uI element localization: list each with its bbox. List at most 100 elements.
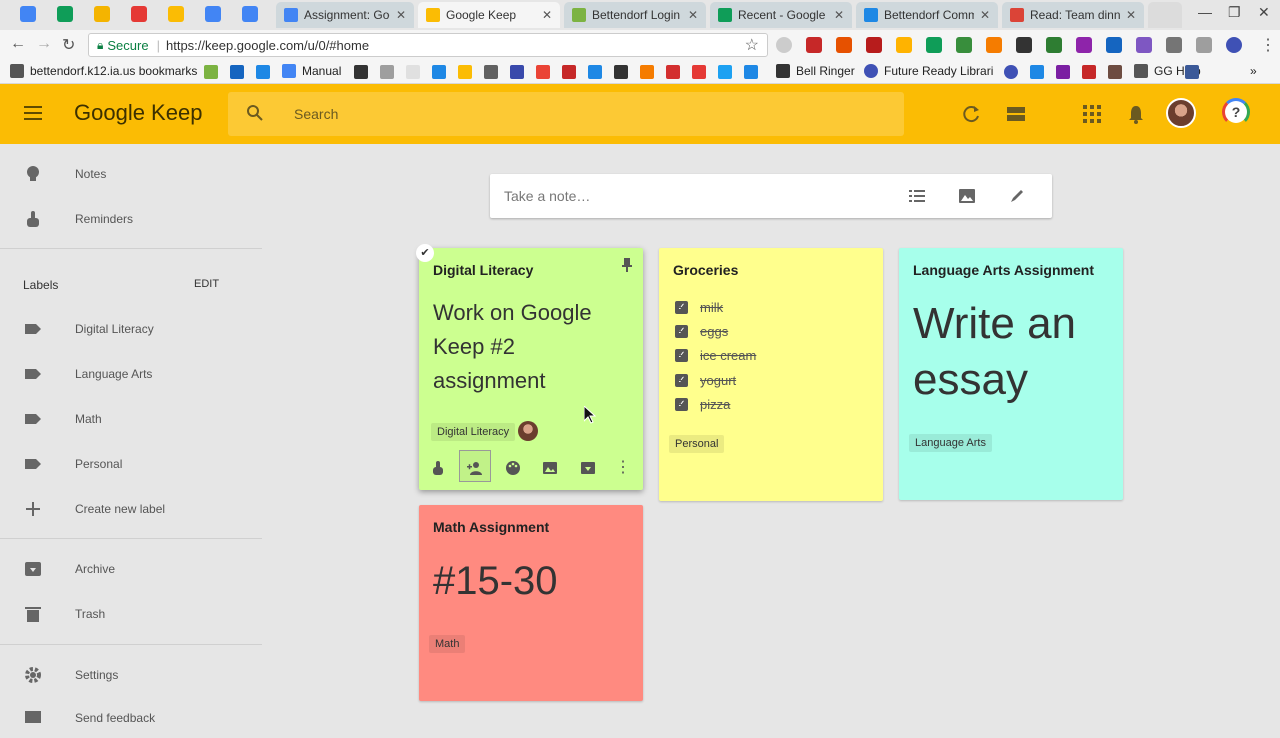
bookmark-icon[interactable] bbox=[354, 65, 368, 79]
note-card-math[interactable]: Math Assignment #15-30 Math bbox=[419, 505, 643, 701]
close-window-icon[interactable]: ✕ bbox=[1258, 4, 1270, 21]
close-icon[interactable]: ✕ bbox=[542, 8, 552, 22]
bookmark-icon[interactable] bbox=[562, 65, 576, 79]
checkbox-checked-icon[interactable]: ✓ bbox=[675, 374, 688, 387]
main-menu-icon[interactable] bbox=[24, 106, 42, 120]
bookmark-folder[interactable]: bettendorf.k12.ia.us bookmarks bbox=[10, 64, 197, 78]
bookmark-icon[interactable] bbox=[432, 65, 446, 79]
bookmark-icon[interactable] bbox=[744, 65, 758, 79]
app-logo[interactable]: Google Keep bbox=[74, 100, 202, 126]
help-icon[interactable]: ? bbox=[1222, 98, 1250, 126]
note-label-chip[interactable]: Math bbox=[429, 635, 466, 653]
remind-me-icon[interactable] bbox=[430, 460, 446, 476]
extension-icon[interactable] bbox=[896, 37, 912, 53]
sidebar-item-settings[interactable]: Settings bbox=[0, 655, 262, 695]
back-icon[interactable]: ← bbox=[10, 35, 26, 53]
search-input[interactable]: Search bbox=[294, 106, 338, 122]
note-card-language-arts[interactable]: Language Arts Assignment Write an essay … bbox=[899, 248, 1123, 500]
extension-icon[interactable] bbox=[1016, 37, 1032, 53]
take-note-input[interactable]: Take a note… bbox=[504, 188, 590, 204]
reload-icon[interactable]: ↻ bbox=[62, 35, 75, 55]
checklist-item[interactable]: ✓ yogurt bbox=[675, 373, 736, 388]
bookmark-star-icon[interactable]: ☆ bbox=[745, 35, 759, 55]
checkbox-checked-icon[interactable]: ✓ bbox=[675, 301, 688, 314]
bookmark-icon[interactable] bbox=[614, 65, 628, 79]
bookmark-icon[interactable] bbox=[588, 65, 602, 79]
account-avatar[interactable] bbox=[1166, 98, 1196, 128]
bookmark-icon[interactable] bbox=[406, 65, 420, 79]
checklist-item[interactable]: ✓ pizza bbox=[675, 397, 730, 412]
bookmark-icon[interactable] bbox=[666, 65, 680, 79]
tab-google-drive[interactable]: Recent - Google D ✕ bbox=[710, 2, 852, 28]
note-card-digital-literacy[interactable]: Digital Literacy Work on Google Keep #2 … bbox=[419, 248, 643, 490]
extension-icon[interactable] bbox=[926, 37, 942, 53]
bookmark-icon[interactable] bbox=[718, 65, 732, 79]
close-icon[interactable]: ✕ bbox=[396, 8, 406, 22]
more-bookmarks-icon[interactable]: » bbox=[1250, 64, 1257, 78]
edit-labels-button[interactable]: EDIT bbox=[194, 278, 219, 290]
bookmark-icon[interactable] bbox=[1108, 65, 1122, 79]
close-icon[interactable]: ✕ bbox=[688, 8, 698, 22]
add-image-icon[interactable] bbox=[542, 460, 558, 476]
take-note-bar[interactable]: Take a note… bbox=[490, 174, 1052, 218]
forward-icon[interactable]: → bbox=[36, 35, 52, 53]
note-label-chip[interactable]: Digital Literacy bbox=[431, 423, 516, 441]
checkbox-checked-icon[interactable]: ✓ bbox=[675, 398, 688, 411]
bookmark-manual[interactable]: Manual bbox=[282, 64, 341, 78]
sidebar-item-archive[interactable]: Archive bbox=[0, 549, 262, 589]
collaborator-avatar[interactable] bbox=[518, 421, 538, 441]
new-tab-button[interactable] bbox=[1148, 2, 1182, 28]
checkbox-checked-icon[interactable]: ✓ bbox=[675, 325, 688, 338]
new-image-note-icon[interactable] bbox=[958, 187, 976, 205]
extension-icon[interactable] bbox=[1166, 37, 1182, 53]
notifications-bell-icon[interactable] bbox=[1126, 104, 1146, 124]
bookmark-icon[interactable] bbox=[510, 65, 524, 79]
bookmark-icon[interactable] bbox=[1004, 65, 1018, 79]
note-label-chip[interactable]: Language Arts bbox=[909, 434, 992, 452]
extension-icon[interactable] bbox=[1076, 37, 1092, 53]
extension-icon[interactable] bbox=[1136, 37, 1152, 53]
docs-icon[interactable] bbox=[205, 6, 221, 22]
bookmark-icon[interactable] bbox=[256, 65, 270, 79]
apps-grid-icon[interactable] bbox=[1082, 104, 1102, 124]
palette-icon[interactable] bbox=[505, 460, 521, 476]
list-view-icon[interactable] bbox=[1006, 104, 1026, 124]
extension-icon[interactable] bbox=[866, 37, 882, 53]
sidebar-item-personal[interactable]: Personal bbox=[0, 444, 262, 484]
tab-bettendorf-comm[interactable]: Bettendorf Comm ✕ bbox=[856, 2, 998, 28]
tab-assignment[interactable]: Assignment: Goo ✕ bbox=[276, 2, 414, 28]
bookmark-icon[interactable] bbox=[230, 65, 244, 79]
refresh-icon[interactable] bbox=[962, 104, 982, 124]
bookmark-icon[interactable] bbox=[458, 65, 472, 79]
checklist-item[interactable]: ✓ eggs bbox=[675, 324, 728, 339]
new-list-icon[interactable] bbox=[908, 187, 926, 205]
close-icon[interactable]: ✕ bbox=[1126, 8, 1136, 22]
sidebar-item-send-feedback[interactable]: Send feedback bbox=[0, 698, 262, 738]
bookmark-icon[interactable] bbox=[1056, 65, 1070, 79]
extension-icon[interactable] bbox=[986, 37, 1002, 53]
extension-icon[interactable] bbox=[1046, 37, 1062, 53]
sidebar-item-notes[interactable]: Notes bbox=[0, 154, 262, 194]
sidebar-item-language-arts[interactable]: Language Arts bbox=[0, 354, 262, 394]
maximize-icon[interactable]: ❐ bbox=[1228, 4, 1241, 21]
archive-icon[interactable] bbox=[580, 460, 596, 476]
bookmark-icon[interactable] bbox=[1030, 65, 1044, 79]
docs-icon[interactable] bbox=[242, 6, 258, 22]
bookmark-icon[interactable] bbox=[484, 65, 498, 79]
minimize-icon[interactable]: — bbox=[1198, 4, 1212, 20]
menu-icon[interactable]: ⋮ bbox=[1260, 35, 1276, 55]
new-drawing-icon[interactable] bbox=[1008, 187, 1026, 205]
extension-icon[interactable] bbox=[1226, 37, 1242, 53]
select-note-check-icon[interactable]: ✔ bbox=[416, 244, 434, 262]
extension-icon[interactable] bbox=[806, 37, 822, 53]
sidebar-item-math[interactable]: Math bbox=[0, 399, 262, 439]
extension-icon[interactable] bbox=[836, 37, 852, 53]
bookmark-icon[interactable] bbox=[204, 65, 218, 79]
checkbox-checked-icon[interactable]: ✓ bbox=[675, 349, 688, 362]
facebook-icon[interactable] bbox=[1185, 65, 1199, 79]
bookmark-icon[interactable] bbox=[692, 65, 706, 79]
youtube-icon[interactable] bbox=[131, 6, 147, 22]
more-options-icon[interactable]: ⋮ bbox=[615, 460, 631, 476]
extension-icon[interactable] bbox=[1196, 37, 1212, 53]
note-label-chip[interactable]: Personal bbox=[669, 435, 725, 453]
